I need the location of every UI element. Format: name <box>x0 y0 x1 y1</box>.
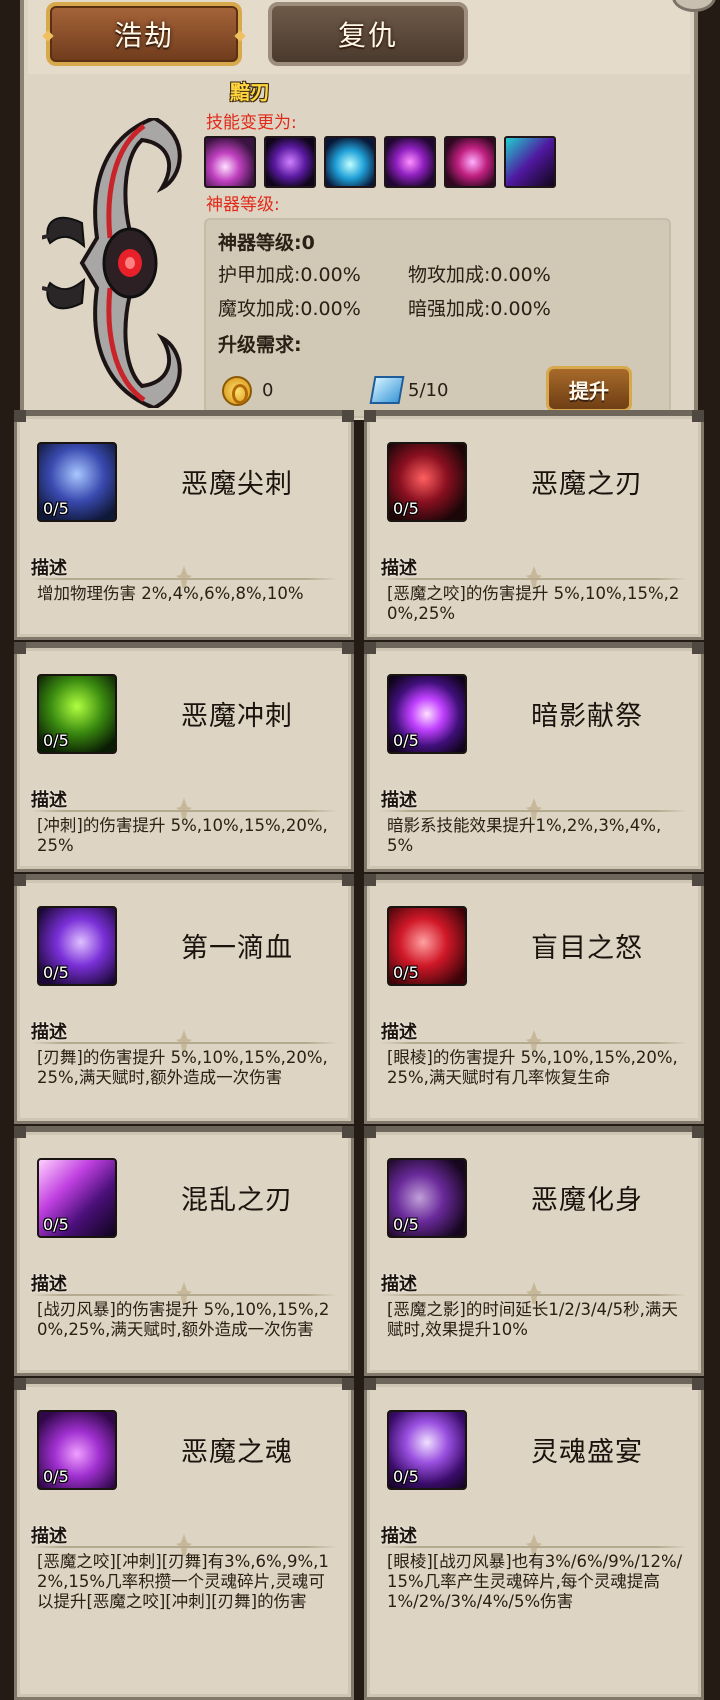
card-level: 0/5 <box>393 499 419 518</box>
shadow-strike-icon[interactable] <box>264 136 316 188</box>
card-title: 暗影献祭 <box>531 701 643 732</box>
slash-icon[interactable] <box>204 136 256 188</box>
divider <box>381 578 687 580</box>
card-level: 0/5 <box>393 731 419 750</box>
card-desc: [恶魔之咬]的伤害提升 5%,10%,15%,20%,25% <box>387 584 680 623</box>
void-flame-icon[interactable] <box>504 136 556 188</box>
sacrifice-icon: 0/5 <box>387 674 467 754</box>
card-desc-label: 描述 <box>31 790 67 811</box>
tab-havoc[interactable]: 浩劫 <box>42 2 246 66</box>
talent-card[interactable]: 0/5 恶魔之刃 描述 [恶魔之咬]的伤害提升 5%,10%,15%,20%,2… <box>364 410 704 640</box>
card-desc-label: 描述 <box>31 1022 67 1043</box>
card-desc-label: 描述 <box>31 1526 67 1547</box>
card-desc-label: 描述 <box>31 558 67 579</box>
card-title: 恶魔之魂 <box>181 1437 293 1468</box>
card-title: 混乱之刃 <box>181 1185 293 1216</box>
card-title: 恶魔冲刺 <box>181 701 293 732</box>
talent-card[interactable]: 0/5 恶魔化身 描述 [恶魔之影]的时间延长1/2/3/4/5秒,满天赋时,效… <box>364 1126 704 1376</box>
skill-icon-row <box>204 136 556 188</box>
tab-label: 复仇 <box>337 19 398 52</box>
card-title: 盲目之怒 <box>531 933 643 964</box>
gold-amount: 0 <box>262 380 274 401</box>
card-desc: 增加物理伤害 2%,4%,6%,8%,10% <box>37 584 304 603</box>
card-level: 0/5 <box>393 1467 419 1486</box>
card-level: 0/5 <box>43 1215 69 1234</box>
artifact-level-label: 神器等级: <box>206 195 280 215</box>
artifact-level-value: 神器等级:0 <box>218 232 315 254</box>
magic-atk-bonus: 魔攻加成:0.00% <box>218 298 361 320</box>
divider <box>381 1294 687 1296</box>
divider <box>381 1546 687 1548</box>
card-desc: [恶魔之影]的时间延长1/2/3/4/5秒,满天赋时,效果提升10% <box>387 1300 678 1339</box>
upgrade-button[interactable]: 提升 <box>546 366 632 412</box>
divider <box>31 578 337 580</box>
talent-card[interactable]: 0/5 恶魔尖刺 描述 增加物理伤害 2%,4%,6%,8%,10% <box>14 410 354 640</box>
spike-icon: 0/5 <box>37 442 117 522</box>
divider <box>31 1546 337 1548</box>
warglaive-icon <box>42 118 182 408</box>
card-level: 0/5 <box>43 963 69 982</box>
soul-feast-icon: 0/5 <box>387 1410 467 1490</box>
purple-ring-icon[interactable] <box>384 136 436 188</box>
card-desc-label: 描述 <box>381 1526 417 1547</box>
armor-bonus: 护甲加成:0.00% <box>218 264 361 286</box>
card-desc: [刃舞]的伤害提升 5%,10%,15%,20%,25%,满天赋时,额外造成一次… <box>37 1048 328 1087</box>
card-level: 0/5 <box>43 499 69 518</box>
card-desc-label: 描述 <box>381 558 417 579</box>
card-desc-label: 描述 <box>31 1274 67 1295</box>
dark-str-bonus: 暗强加成:0.00% <box>408 298 551 320</box>
weapon-name: 黯刃 <box>230 80 270 104</box>
card-desc: [恶魔之咬][冲刺][刃舞]有3%,6%,9%,12%,15%几率积攒一个灵魂碎… <box>37 1552 329 1611</box>
crystal-amount: 5/10 <box>408 380 449 401</box>
first-blood-icon: 0/5 <box>37 906 117 986</box>
demon-soul-icon: 0/5 <box>37 1410 117 1490</box>
dash-icon: 0/5 <box>37 674 117 754</box>
talent-card[interactable]: 0/5 恶魔冲刺 描述 [冲刺]的伤害提升 5%,10%,15%,20%,25% <box>14 642 354 872</box>
card-desc-label: 描述 <box>381 1274 417 1295</box>
card-desc-label: 描述 <box>381 1022 417 1043</box>
skill-change-label: 技能变更为: <box>206 113 297 133</box>
talent-card[interactable]: 0/5 盲目之怒 描述 [眼棱]的伤害提升 5%,10%,15%,20%,25%… <box>364 874 704 1124</box>
card-level: 0/5 <box>43 1467 69 1486</box>
phys-atk-bonus: 物攻加成:0.00% <box>408 264 551 286</box>
talent-card[interactable]: 0/5 恶魔之魂 描述 [恶魔之咬][冲刺][刃舞]有3%,6%,9%,12%,… <box>14 1378 354 1700</box>
cyan-wave-icon[interactable] <box>324 136 376 188</box>
crystal-icon <box>369 376 405 404</box>
card-desc: [眼棱]的伤害提升 5%,10%,15%,20%,25%,满天赋时有几率恢复生命 <box>387 1048 678 1087</box>
divider <box>381 810 687 812</box>
card-desc: [眼棱][战刃风暴]也有3%/6%/9%/12%/15%几率产生灵魂碎片,每个灵… <box>387 1552 683 1611</box>
blind-rage-icon: 0/5 <box>387 906 467 986</box>
card-title: 恶魔尖刺 <box>181 469 293 500</box>
card-level: 0/5 <box>43 731 69 750</box>
pink-vortex-icon[interactable] <box>444 136 496 188</box>
divider <box>31 810 337 812</box>
card-title: 恶魔之刃 <box>531 469 643 500</box>
tab-vengeance[interactable]: 复仇 <box>268 2 468 66</box>
talent-card[interactable]: 0/5 暗影献祭 描述 暗影系技能效果提升1%,2%,3%,4%,5% <box>364 642 704 872</box>
card-level: 0/5 <box>393 1215 419 1234</box>
tab-label: 浩劫 <box>113 19 174 52</box>
demon-form-icon: 0/5 <box>387 1158 467 1238</box>
gold-coin-icon <box>222 376 252 406</box>
chaos-blade-icon: 0/5 <box>37 1158 117 1238</box>
card-desc: 暗影系技能效果提升1%,2%,3%,4%,5% <box>387 816 662 855</box>
divider <box>31 1042 337 1044</box>
talent-card[interactable]: 0/5 混乱之刃 描述 [战刃风暴]的伤害提升 5%,10%,15%,20%,2… <box>14 1126 354 1376</box>
card-desc: [战刃风暴]的伤害提升 5%,10%,15%,20%,25%,满天赋时,额外造成… <box>37 1300 330 1339</box>
talent-card[interactable]: 0/5 灵魂盛宴 描述 [眼棱][战刃风暴]也有3%/6%/9%/12%/15%… <box>364 1378 704 1700</box>
divider <box>381 1042 687 1044</box>
divider <box>31 1294 337 1296</box>
blade-icon: 0/5 <box>387 442 467 522</box>
upgrade-req-label: 升级需求: <box>218 334 302 356</box>
card-title: 灵魂盛宴 <box>531 1437 643 1468</box>
talent-card[interactable]: 0/5 第一滴血 描述 [刃舞]的伤害提升 5%,10%,15%,20%,25%… <box>14 874 354 1124</box>
card-desc: [冲刺]的伤害提升 5%,10%,15%,20%,25% <box>37 816 328 855</box>
card-title: 第一滴血 <box>181 933 293 964</box>
card-desc-label: 描述 <box>381 790 417 811</box>
card-title: 恶魔化身 <box>531 1185 643 1216</box>
card-level: 0/5 <box>393 963 419 982</box>
